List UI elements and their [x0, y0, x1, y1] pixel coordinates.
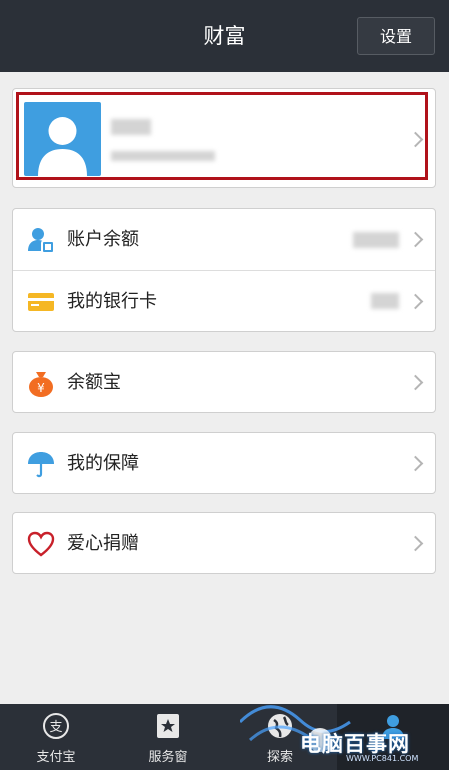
bank-card-icon [28, 293, 54, 311]
money-bag-icon: ¥ [29, 372, 53, 397]
user-silhouette-icon [38, 117, 87, 176]
watermark-url: WWW.PC841.COM [346, 754, 419, 763]
menu-item-bankcard[interactable]: 我的银行卡 [13, 271, 435, 332]
insurance-label: 我的保障 [67, 453, 139, 474]
menu-item-charity[interactable]: 爱心捐赠 [13, 513, 435, 574]
svg-text:支: 支 [49, 720, 62, 735]
menu-item-yuebao[interactable]: ¥ 余额宝 [13, 352, 435, 413]
charity-label: 爱心捐赠 [67, 533, 139, 554]
avatar [24, 102, 101, 176]
bankcard-label: 我的银行卡 [67, 291, 157, 312]
yuebao-card[interactable]: ¥ 余额宝 [12, 351, 436, 413]
yuebao-label: 余额宝 [67, 372, 121, 393]
star-bookmark-icon [157, 714, 179, 738]
tab-alipay[interactable]: 支 支付宝 [0, 704, 112, 770]
tab-service-window[interactable]: 服务窗 [112, 704, 224, 770]
top-bar: 财富 设置 [0, 0, 449, 72]
charity-card[interactable]: 爱心捐赠 [12, 512, 436, 574]
chevron-right-icon [407, 231, 424, 248]
umbrella-icon [28, 452, 54, 478]
blurred-account [111, 151, 215, 161]
chevron-right-icon [407, 455, 424, 472]
chevron-right-icon [407, 293, 424, 310]
menu-item-insurance[interactable]: 我的保障 [13, 433, 435, 494]
settings-button[interactable]: 设置 [357, 17, 435, 55]
blurred-card-count [371, 293, 399, 309]
alipay-icon: 支 [43, 713, 69, 739]
tab-alipay-label: 支付宝 [36, 750, 76, 765]
menu-item-balance[interactable]: 账户余额 [13, 209, 435, 270]
account-group: 账户余额 我的银行卡 [12, 208, 436, 332]
insurance-card[interactable]: 我的保障 [12, 432, 436, 494]
tab-service-window-label: 服务窗 [148, 750, 188, 765]
heart-icon [27, 531, 55, 557]
svg-text:¥: ¥ [37, 381, 45, 395]
profile-card[interactable] [12, 88, 436, 188]
blurred-balance [353, 232, 399, 248]
blurred-name [111, 119, 151, 135]
balance-label: 账户余额 [67, 229, 139, 250]
chevron-right-icon [407, 374, 424, 391]
chevron-right-icon [407, 535, 424, 552]
account-balance-icon [28, 228, 55, 254]
